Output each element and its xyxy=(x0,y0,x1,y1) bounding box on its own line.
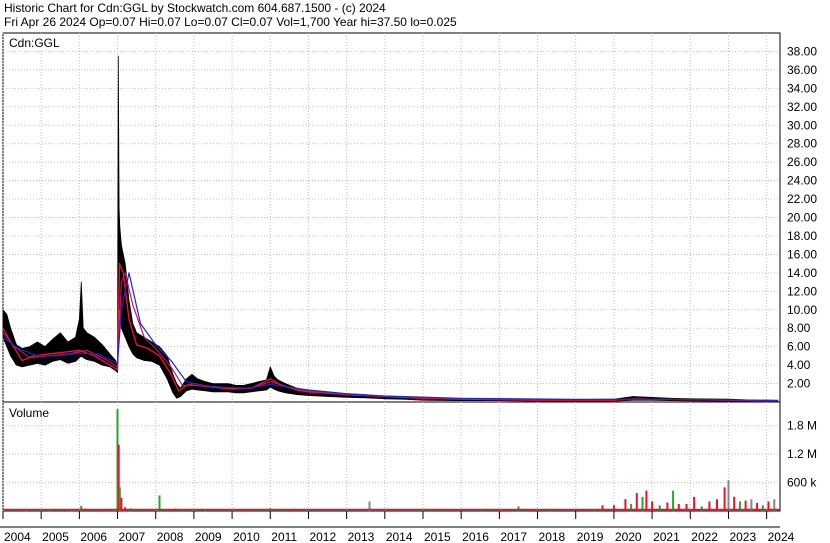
price-y-tick-label: 14.00 xyxy=(787,266,817,280)
price-y-tick-label: 6.00 xyxy=(787,340,811,354)
volume-panel-title: Volume xyxy=(9,406,49,420)
price-y-tick-label: 24.00 xyxy=(787,174,817,188)
x-tick-label: 2021 xyxy=(653,530,680,543)
x-tick-label: 2009 xyxy=(195,530,222,543)
x-axis: 2004 2005 2006 2007 2008 2009 2010 2011 2012 2013… xyxy=(0,511,795,543)
volume-bar xyxy=(645,490,648,511)
price-y-tick-label: 4.00 xyxy=(787,358,811,372)
x-tick-label: 2016 xyxy=(462,530,489,543)
stock-chart: 2.00 4.00 6.00 8.00 10.00 12.00 14.00 16.00 18.0… xyxy=(0,32,817,543)
price-y-tick-label: 28.00 xyxy=(787,137,817,151)
volume-bar xyxy=(672,490,675,511)
x-tick-label: 2005 xyxy=(42,530,69,543)
price-y-tick-label: 18.00 xyxy=(787,229,817,243)
price-y-tick-label: 12.00 xyxy=(787,284,817,298)
x-tick-label: 2007 xyxy=(119,530,146,543)
volume-y-tick-label: 1.2 M xyxy=(787,447,817,461)
volume-bar xyxy=(158,495,161,511)
volume-y-tick-label: 1.8 M xyxy=(787,419,817,433)
price-y-tick-label: 16.00 xyxy=(787,247,817,261)
x-tick-label: 2011 xyxy=(271,530,297,543)
price-y-tick-label: 2.00 xyxy=(787,377,811,391)
volume-bar xyxy=(70,510,73,511)
x-tick-label: 2015 xyxy=(424,530,451,543)
x-tick-label: 2008 xyxy=(157,530,184,543)
volume-bar xyxy=(727,480,730,511)
x-tick-label: 2019 xyxy=(577,530,604,543)
x-tick-label: 2012 xyxy=(309,530,336,543)
x-tick-label: 2018 xyxy=(539,530,566,543)
price-y-tick-label: 22.00 xyxy=(787,192,817,206)
price-y-tick-label: 26.00 xyxy=(787,155,817,169)
x-tick-label: 2013 xyxy=(348,530,375,543)
price-y-tick-label: 10.00 xyxy=(787,303,817,317)
x-tick-label: 2004 xyxy=(4,530,31,543)
volume-bar xyxy=(700,506,703,511)
price-y-tick-label: 36.00 xyxy=(787,63,817,77)
x-tick-label: 2010 xyxy=(233,530,260,543)
x-tick-label: 2020 xyxy=(615,530,642,543)
x-tick-label: 2006 xyxy=(80,530,107,543)
price-y-tick-label: 34.00 xyxy=(787,81,817,95)
volume-panel: 600 k 1.2 M 1.8 M Volume xyxy=(2,401,817,512)
x-tick-label: 2017 xyxy=(500,530,527,543)
x-tick-label: 2024 xyxy=(768,530,795,543)
x-tick-label: 2014 xyxy=(386,530,413,543)
price-y-tick-label: 38.00 xyxy=(787,44,817,58)
price-y-tick-label: 32.00 xyxy=(787,100,817,114)
price-panel-title: Cdn:GGL xyxy=(9,36,60,50)
volume-bar xyxy=(635,493,638,511)
price-panel: 2.00 4.00 6.00 8.00 10.00 12.00 14.00 16.00 18.0… xyxy=(2,32,817,403)
price-y-tick-label: 20.00 xyxy=(787,211,817,225)
volume-y-axis: 600 k 1.2 M 1.8 M xyxy=(787,419,817,490)
x-tick-label: 2022 xyxy=(691,530,718,543)
price-y-tick-label: 30.00 xyxy=(787,118,817,132)
price-y-axis: 2.00 4.00 6.00 8.00 10.00 12.00 14.00 16.00 18.0… xyxy=(787,44,817,390)
volume-y-tick-label: 600 k xyxy=(787,476,817,490)
x-tick-label: 2023 xyxy=(729,530,756,543)
volume-bar xyxy=(24,510,27,511)
volume-bar xyxy=(723,487,726,511)
price-y-tick-label: 8.00 xyxy=(787,321,811,335)
volume-bar xyxy=(517,506,520,511)
